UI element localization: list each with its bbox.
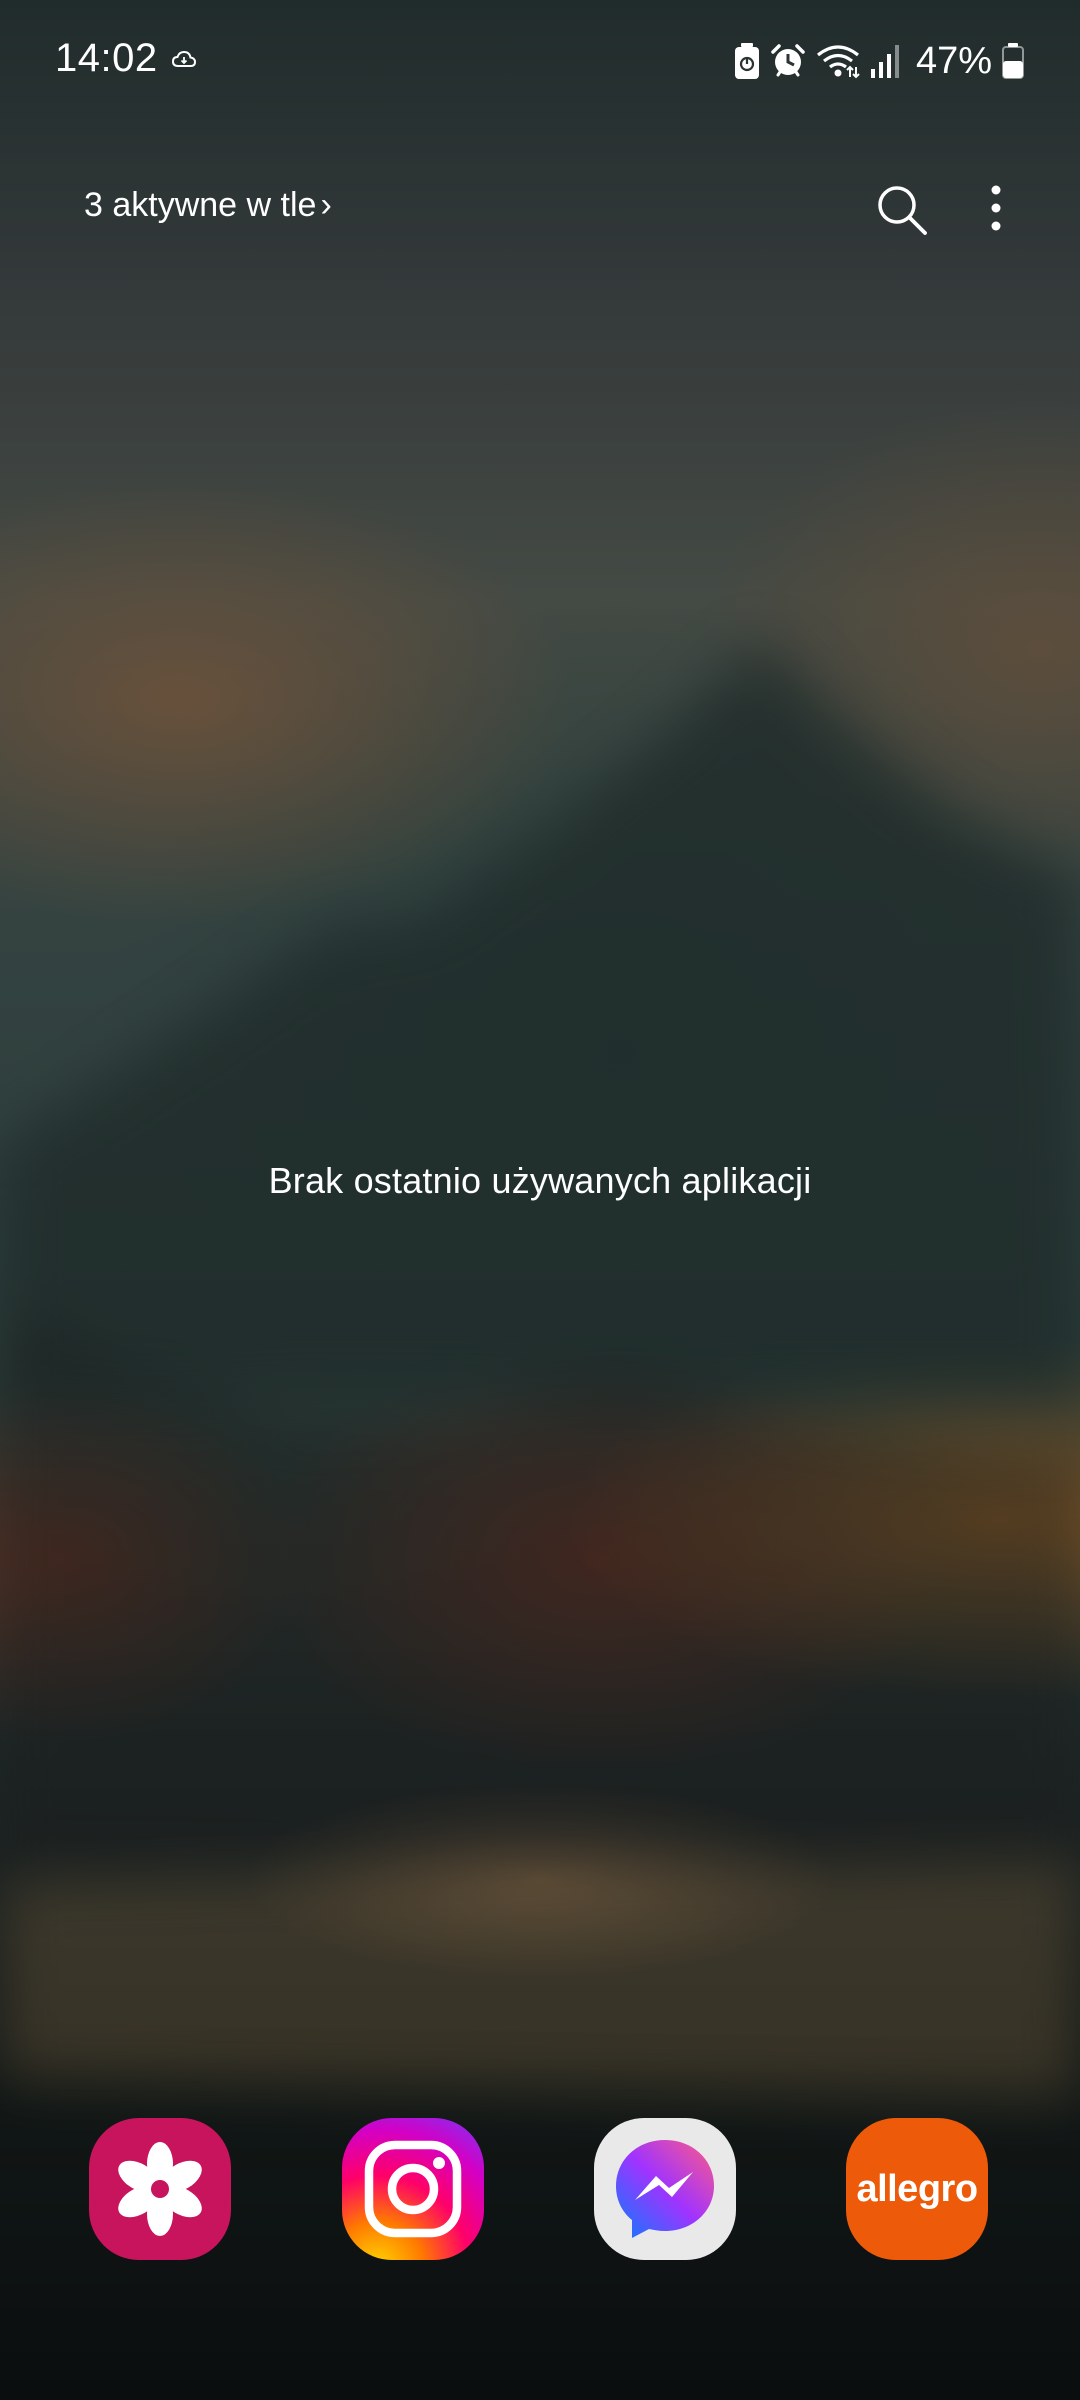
messenger-icon <box>616 2140 714 2238</box>
status-icons: 47% <box>734 38 1024 84</box>
battery-percent: 47% <box>915 39 992 82</box>
instagram-app[interactable] <box>342 2118 484 2260</box>
alarm-icon <box>771 44 805 77</box>
search-icon <box>878 186 927 235</box>
gallery-icon <box>118 2142 202 2236</box>
suggested-apps-dock: allegro <box>0 2118 1080 2262</box>
battery-icon <box>1002 43 1024 79</box>
more-options-icon <box>991 185 1001 231</box>
cloud-icon <box>172 50 196 67</box>
status-bar: 14:02 47% <box>0 0 1080 120</box>
allegro-app[interactable]: allegro <box>846 2118 988 2260</box>
chevron-right-icon: › <box>320 186 332 224</box>
allegro-icon: allegro <box>856 2168 978 2210</box>
status-time: 14:02 <box>55 36 158 80</box>
instagram-icon <box>364 2140 462 2238</box>
messenger-app[interactable] <box>594 2118 736 2260</box>
background-apps-link[interactable]: 3 aktywne w tle › <box>84 186 332 225</box>
more-options-button[interactable] <box>972 182 1020 238</box>
recent-apps-screen: 14:02 47% 3 aktywne w tle › Brak ostatni… <box>0 0 1080 2400</box>
background-apps-label: 3 aktywne w tle <box>84 186 317 224</box>
search-button[interactable] <box>874 182 930 238</box>
signal-icon <box>870 45 899 78</box>
battery-saver-icon <box>734 43 759 79</box>
empty-recents-message: Brak ostatnio używanych aplikacji <box>268 1160 812 1201</box>
gallery-app[interactable] <box>89 2118 231 2260</box>
wifi-icon <box>816 45 860 79</box>
